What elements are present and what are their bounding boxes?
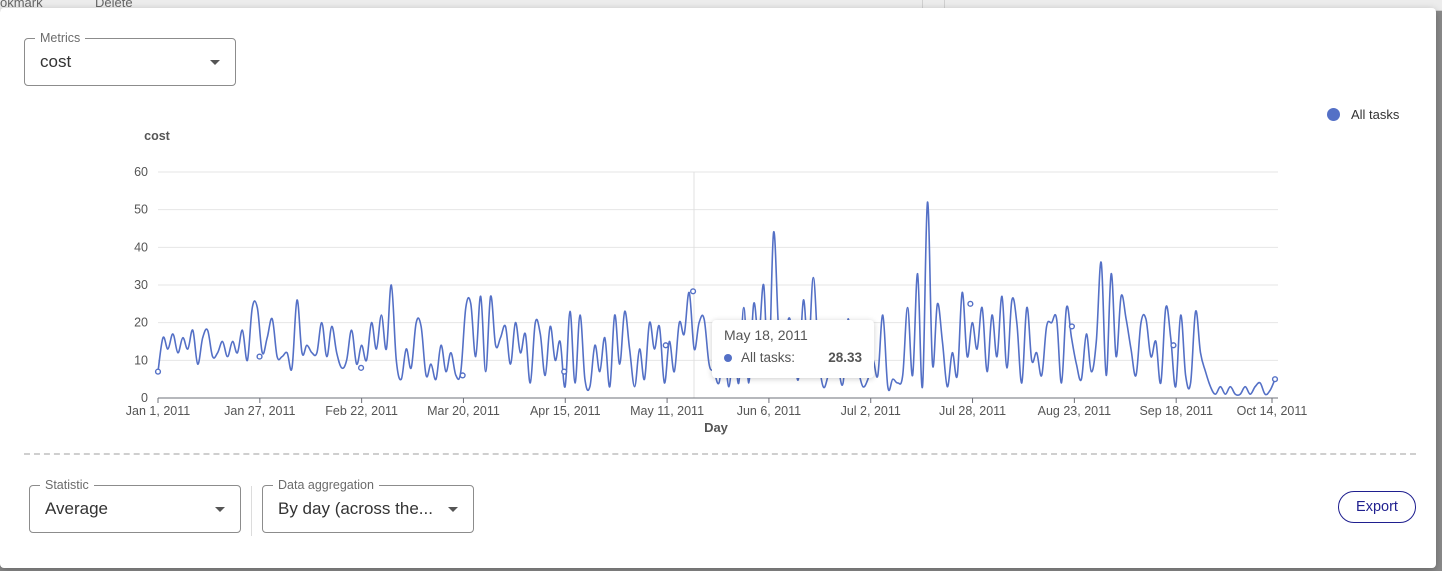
chart-tooltip: May 18, 2011 All tasks: 28.33 [712,320,874,378]
y-tick-label: 10 [134,353,148,367]
data-point-marker[interactable] [689,288,697,295]
x-tick-label: Mar 20, 2011 [427,404,500,418]
x-tick-label: Aug 23, 2011 [1038,404,1111,418]
x-tick-label: Sep 18, 2011 [1139,404,1212,418]
tooltip-date: May 18, 2011 [724,327,808,343]
y-tick-label: 20 [134,316,148,330]
x-tick-label: May 11, 2011 [630,404,704,418]
y-tick-label: 50 [134,203,148,217]
x-tick-label: Jul 28, 2011 [939,404,1006,418]
cost-line-chart[interactable]: 0 10 20 30 40 50 60 Jan 1, 2011 Jan 27, 2011 Feb … [0,0,1442,571]
x-tick-label: Jan 1, 2011 [126,404,190,418]
x-tick-label: Jan 27, 2011 [224,404,295,418]
data-point-marker[interactable] [561,368,568,375]
tooltip-value: 28.33 [828,350,862,365]
x-tick-label: Feb 22, 2011 [325,404,398,418]
x-tick-label: Jul 2, 2011 [841,404,901,418]
data-point-marker[interactable] [459,372,466,379]
y-tick-label: 40 [134,240,148,254]
x-axis-label: Day [704,420,729,435]
data-point-marker[interactable] [1068,323,1076,330]
data-point-marker[interactable] [967,300,974,307]
data-point-marker[interactable] [1271,376,1279,383]
y-axis-label: cost [144,129,171,143]
tooltip-series-name: All tasks: [741,350,796,365]
tooltip-series-dot-icon [724,353,732,362]
data-point-marker[interactable] [357,364,365,371]
data-point-marker[interactable] [256,353,263,360]
y-tick-label: 30 [134,278,148,292]
y-tick-label: 0 [141,391,148,405]
y-tick-label: 60 [134,165,148,179]
x-tick-label: Oct 14, 2011 [1237,404,1308,418]
x-tick-label: Jun 6, 2011 [737,404,801,418]
data-point-marker[interactable] [154,368,162,375]
data-point-marker[interactable] [662,342,669,349]
data-point-marker[interactable] [1170,342,1177,349]
x-tick-label: Apr 15, 2011 [530,404,601,418]
